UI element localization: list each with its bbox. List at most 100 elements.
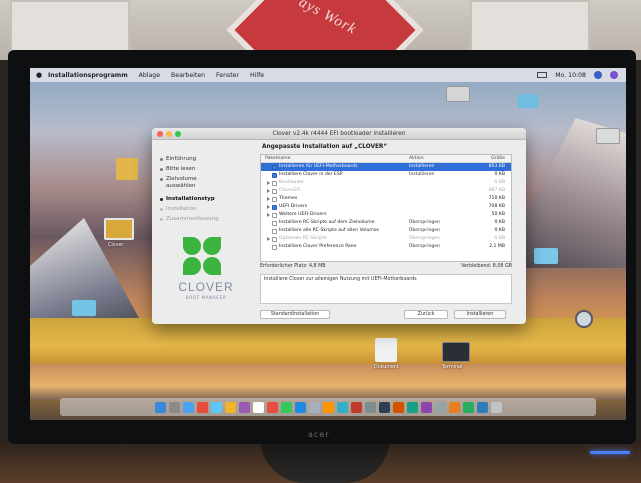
package-name-cell: UEFI Drivers — [261, 203, 409, 211]
package-row[interactable]: CloverEFI 987 KB — [261, 187, 511, 195]
spotlight-icon[interactable] — [594, 71, 602, 79]
disclosure-triangle-icon[interactable] — [267, 181, 270, 185]
folder-icon[interactable] — [72, 300, 96, 316]
package-name: Optionale RC-Skripte — [279, 236, 327, 241]
siri-icon[interactable] — [610, 71, 618, 79]
package-row[interactable]: Installiere Clover in der ESP Installiere… — [261, 171, 511, 179]
desktop-icon-label: Clover — [108, 243, 124, 248]
package-action: Installieren — [409, 164, 435, 169]
package-size: 0 KB — [494, 220, 505, 225]
window-titlebar[interactable]: Clover v2.4k r4444 EFI bootloader instal… — [152, 128, 526, 140]
step-bitte-lesen: Bitte lesen — [160, 166, 195, 173]
package-checkbox[interactable] — [272, 204, 277, 210]
standard-install-button[interactable]: Standardinstallation — [260, 310, 330, 319]
package-checkbox[interactable] — [272, 188, 277, 194]
menu-item-hilfe[interactable]: Hilfe — [250, 72, 264, 79]
folder-icon[interactable] — [518, 94, 538, 108]
package-row[interactable]: Installieren für UEFI-Motherboards Instal… — [261, 163, 511, 171]
package-checkbox[interactable] — [272, 220, 277, 226]
column-header-action[interactable]: Aktion — [409, 155, 469, 162]
package-row[interactable]: Installiere RC-Skripte auf dem Zielvolum… — [261, 219, 511, 227]
dock-app-icon[interactable] — [406, 401, 418, 413]
package-checkbox[interactable] — [272, 180, 277, 186]
dock-app-icon[interactable] — [238, 401, 250, 413]
package-name-cell: Installiere RC-Skripte auf dem Zielvolum… — [261, 219, 409, 227]
package-checkbox[interactable] — [272, 196, 277, 202]
package-checkbox[interactable] — [272, 172, 277, 178]
dock-app-icon[interactable] — [154, 401, 166, 413]
dock-app-icon[interactable] — [182, 401, 194, 413]
package-checkbox[interactable] — [272, 236, 277, 242]
package-checkbox[interactable] — [272, 212, 277, 218]
zoom-window-icon[interactable] — [175, 131, 181, 137]
dock-app-icon[interactable] — [434, 401, 446, 413]
disclosure-triangle-icon[interactable] — [267, 205, 270, 209]
dock-app-icon[interactable] — [210, 401, 222, 413]
keyboard-icon[interactable] — [537, 72, 548, 78]
dock-app-icon[interactable] — [224, 401, 236, 413]
dock-app-icon[interactable] — [462, 401, 474, 413]
terminal-icon[interactable] — [442, 342, 470, 362]
dock-app-icon[interactable] — [392, 401, 404, 413]
install-button[interactable]: Installieren — [454, 310, 506, 319]
disclosure-triangle-icon[interactable] — [267, 189, 270, 193]
menu-item-fenster[interactable]: Fenster — [216, 72, 239, 79]
close-window-icon[interactable] — [157, 131, 163, 137]
disclosure-triangle-icon[interactable] — [267, 197, 270, 201]
disclosure-triangle-icon[interactable] — [267, 213, 270, 217]
window-title: Clover v2.4k r4444 EFI bootloader instal… — [272, 131, 406, 137]
package-checkbox[interactable] — [272, 164, 277, 170]
menu-clock[interactable]: Mo. 10:08 — [555, 72, 586, 79]
package-action: Überspringen — [409, 244, 441, 249]
dock-app-icon[interactable] — [168, 401, 180, 413]
package-size: 0 KB — [494, 228, 505, 233]
package-icon[interactable] — [116, 158, 138, 180]
package-row[interactable]: UEFI Drivers 708 KB — [261, 203, 511, 211]
dock-app-icon[interactable] — [196, 401, 208, 413]
package-row[interactable]: Themes 710 KB — [261, 195, 511, 203]
package-action: Installieren — [409, 172, 435, 177]
menu-app-name[interactable]: Installationsprogramm — [48, 72, 128, 79]
back-button[interactable]: Zurück — [404, 310, 448, 319]
dock-app-icon[interactable] — [252, 401, 264, 413]
dock-app-icon[interactable] — [280, 401, 292, 413]
package-row[interactable]: Weitere UEFI-Drivers 50 KB — [261, 211, 511, 219]
dock-app-icon[interactable] — [266, 401, 278, 413]
space-remaining: Verbleibend: 8,08 GB — [461, 264, 512, 269]
package-action: Überspringen — [409, 236, 441, 241]
power-led — [590, 451, 630, 454]
folder-icon[interactable] — [534, 248, 558, 264]
dock-app-icon[interactable] — [448, 401, 460, 413]
document-icon[interactable] — [375, 338, 397, 362]
disclosure-triangle-icon[interactable] — [267, 237, 270, 241]
minimize-window-icon[interactable] — [166, 131, 172, 137]
package-checkbox[interactable] — [272, 228, 277, 234]
drive-icon[interactable] — [446, 86, 470, 102]
dock-app-icon[interactable] — [490, 401, 502, 413]
dock-app-icon[interactable] — [350, 401, 362, 413]
dock-app-icon[interactable] — [294, 401, 306, 413]
disk-utility-icon[interactable] — [575, 310, 593, 328]
package-icon[interactable] — [104, 218, 134, 240]
drive-icon[interactable] — [596, 128, 620, 144]
package-row[interactable]: Optionale RC-Skripte Überspringen 0 KB — [261, 235, 511, 243]
package-checkbox[interactable] — [272, 244, 277, 250]
package-row[interactable]: Installiere Clover Preference Pane Übersp… — [261, 243, 511, 251]
apple-menu-icon[interactable]: ● — [30, 71, 48, 79]
package-row[interactable]: Installiere alle RC-Skripte auf allen Vo… — [261, 227, 511, 235]
package-name-cell: Installieren für UEFI-Motherboards — [261, 163, 409, 171]
dock-app-icon[interactable] — [322, 401, 334, 413]
dock-app-icon[interactable] — [336, 401, 348, 413]
dock-app-icon[interactable] — [420, 401, 432, 413]
menu-item-ablage[interactable]: Ablage — [139, 72, 160, 79]
dock-app-icon[interactable] — [378, 401, 390, 413]
menu-item-bearbeiten[interactable]: Bearbeiten — [171, 72, 205, 79]
package-row[interactable]: Bootloader 0 KB — [261, 179, 511, 187]
dock-app-icon[interactable] — [308, 401, 320, 413]
dock-app-icon[interactable] — [364, 401, 376, 413]
package-name: Weitere UEFI-Drivers — [279, 212, 327, 217]
package-rows: Installieren für UEFI-Motherboards Instal… — [261, 163, 511, 251]
column-header-size[interactable]: Größe — [469, 155, 509, 162]
column-header-name[interactable]: Paketname — [261, 155, 409, 162]
dock-app-icon[interactable] — [476, 401, 488, 413]
